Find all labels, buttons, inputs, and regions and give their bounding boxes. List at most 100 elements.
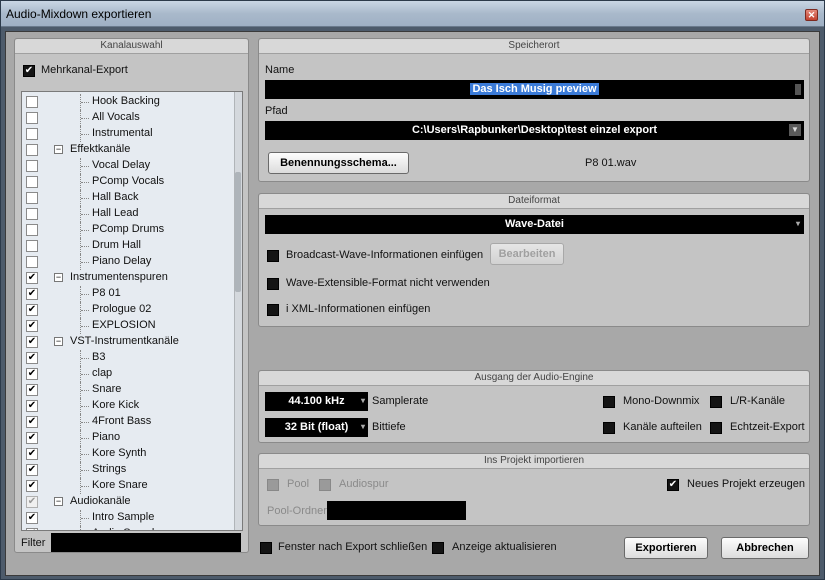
channel-checkbox[interactable]: ✔: [26, 384, 38, 396]
export-button[interactable]: Exportieren: [624, 537, 708, 559]
name-field[interactable]: Das Isch Musig preview: [265, 80, 804, 99]
channel-checkbox[interactable]: [26, 192, 38, 204]
tree-channel-row[interactable]: ✔ Intro Sample: [22, 510, 228, 526]
channel-selection-panel: Kanalauswahl ✔ Mehrkanal-Export Hook Bac…: [14, 38, 249, 553]
tree-channel-row[interactable]: Vocal Delay: [22, 158, 228, 174]
channel-checkbox[interactable]: ✔: [26, 304, 38, 316]
channel-checkbox[interactable]: [26, 128, 38, 140]
mono-downmix-checkbox[interactable]: [603, 396, 615, 408]
channel-checkbox[interactable]: ✔: [26, 528, 38, 530]
tree-channel-row[interactable]: Hall Lead: [22, 206, 228, 222]
tree-channel-row[interactable]: ✔ EXPLOSION: [22, 318, 228, 334]
ixml-checkbox[interactable]: [267, 304, 279, 316]
tree-channel-row[interactable]: All Vocals: [22, 110, 228, 126]
channel-checkbox[interactable]: [26, 112, 38, 124]
audiotrack-checkbox[interactable]: [319, 479, 331, 491]
edit-button[interactable]: Bearbeiten: [490, 243, 564, 265]
channel-checkbox[interactable]: ✔: [26, 432, 38, 444]
channel-selection-header: Kanalauswahl: [15, 39, 248, 54]
channel-checkbox[interactable]: ✔: [26, 480, 38, 492]
tree-channel-row[interactable]: ✔ Prologue 02: [22, 302, 228, 318]
tree-channel-label: Intro Sample: [92, 511, 155, 523]
channel-checkbox[interactable]: ✔: [26, 368, 38, 380]
tree-scroll-thumb[interactable]: [235, 172, 241, 292]
tree-channel-row[interactable]: Hall Back: [22, 190, 228, 206]
tree-channel-label: Hall Lead: [92, 207, 139, 219]
channel-checkbox[interactable]: ✔: [26, 496, 38, 508]
channel-checkbox[interactable]: [26, 176, 38, 188]
bwf-checkbox[interactable]: [267, 250, 279, 262]
channel-checkbox[interactable]: [26, 160, 38, 172]
tree-channel-row[interactable]: ✔ Kore Synth: [22, 446, 228, 462]
tree-group-row[interactable]: ✔ − VST-Instrumentkanäle: [22, 334, 228, 350]
channel-checkbox[interactable]: ✔: [26, 320, 38, 332]
channel-checkbox[interactable]: ✔: [26, 512, 38, 524]
split-channels-checkbox[interactable]: [603, 422, 615, 434]
pool-checkbox[interactable]: [267, 479, 279, 491]
channel-checkbox[interactable]: ✔: [26, 400, 38, 412]
tree-group-row[interactable]: ✔ − Instrumentenspuren: [22, 270, 228, 286]
channel-checkbox[interactable]: ✔: [26, 288, 38, 300]
path-field[interactable]: C:\Users\Rapbunker\Desktop\test einzel e…: [265, 121, 804, 140]
naming-scheme-button[interactable]: Benennungsschema...: [268, 152, 409, 174]
tree-channel-row[interactable]: Piano Delay: [22, 254, 228, 270]
close-after-export-checkbox[interactable]: [260, 542, 272, 554]
dropdown-arrow-icon[interactable]: ▼: [789, 124, 801, 136]
channel-checkbox[interactable]: [26, 240, 38, 252]
channel-checkbox[interactable]: ✔: [26, 448, 38, 460]
tree-channel-row[interactable]: ✔ B3: [22, 350, 228, 366]
samplerate-select[interactable]: 44.100 kHz ▾: [265, 392, 368, 411]
tree-channel-row[interactable]: ✔ Kore Snare: [22, 478, 228, 494]
tree-channel-row[interactable]: ✔ Strings: [22, 462, 228, 478]
tree-branch-line: [81, 230, 89, 231]
collapse-icon[interactable]: −: [54, 337, 63, 346]
channel-checkbox[interactable]: ✔: [26, 272, 38, 284]
tree-group-row[interactable]: ✔ − Audiokanäle: [22, 494, 228, 510]
tree-channel-label: Instrumental: [92, 127, 153, 139]
tree-channel-row[interactable]: ✔ clap: [22, 366, 228, 382]
channel-checkbox[interactable]: [26, 208, 38, 220]
collapse-icon[interactable]: −: [54, 145, 63, 154]
tree-branch-line: [81, 198, 89, 199]
channel-checkbox[interactable]: ✔: [26, 464, 38, 476]
new-project-checkbox[interactable]: ✔: [667, 479, 679, 491]
pool-folder-label: Pool-Ordner: [267, 505, 327, 517]
tree-scrollbar[interactable]: [234, 92, 242, 530]
file-format-select[interactable]: Wave-Datei ▾: [265, 215, 804, 234]
wave-extensible-checkbox[interactable]: [267, 278, 279, 290]
lr-channels-checkbox[interactable]: [710, 396, 722, 408]
tree-channel-row[interactable]: ✔ Kore Kick: [22, 398, 228, 414]
collapse-icon[interactable]: −: [54, 497, 63, 506]
channel-checkbox[interactable]: [26, 144, 38, 156]
tree-channel-row[interactable]: PComp Vocals: [22, 174, 228, 190]
name-label: Name: [265, 64, 295, 76]
tree-channel-row[interactable]: ✔ Piano: [22, 430, 228, 446]
tree-channel-row[interactable]: ✔ Snare: [22, 382, 228, 398]
tree-channel-row[interactable]: ✔ 4Front Bass: [22, 414, 228, 430]
pool-folder-field[interactable]: [327, 501, 466, 520]
channel-checkbox[interactable]: [26, 224, 38, 236]
realtime-export-checkbox[interactable]: [710, 422, 722, 434]
channel-checkbox[interactable]: [26, 96, 38, 108]
multichannel-checkbox[interactable]: ✔: [23, 65, 35, 77]
tree-channel-row[interactable]: Instrumental: [22, 126, 228, 142]
bwf-label: Broadcast-Wave-Informationen einfügen: [286, 249, 484, 261]
close-icon[interactable]: ✕: [805, 9, 818, 21]
cancel-button[interactable]: Abbrechen: [721, 537, 809, 559]
tree-channel-row[interactable]: PComp Drums: [22, 222, 228, 238]
refresh-display-checkbox[interactable]: [432, 542, 444, 554]
bitdepth-select[interactable]: 32 Bit (float) ▾: [265, 418, 368, 437]
channel-checkbox[interactable]: ✔: [26, 352, 38, 364]
tree-channel-row[interactable]: Drum Hall: [22, 238, 228, 254]
title-bar[interactable]: Audio-Mixdown exportieren ✕: [1, 1, 824, 27]
channel-checkbox[interactable]: [26, 256, 38, 268]
tree-channel-row[interactable]: Hook Backing: [22, 94, 228, 110]
tree-channel-row[interactable]: ✔ P8 01: [22, 286, 228, 302]
filter-input[interactable]: [51, 533, 241, 552]
channel-checkbox[interactable]: ✔: [26, 416, 38, 428]
tree-channel-row[interactable]: ✔ Audio Sample: [22, 526, 228, 530]
collapse-icon[interactable]: −: [54, 273, 63, 282]
tree-group-row[interactable]: − Effektkanäle: [22, 142, 228, 158]
channel-checkbox[interactable]: ✔: [26, 336, 38, 348]
tree-branch-line: [81, 214, 89, 215]
